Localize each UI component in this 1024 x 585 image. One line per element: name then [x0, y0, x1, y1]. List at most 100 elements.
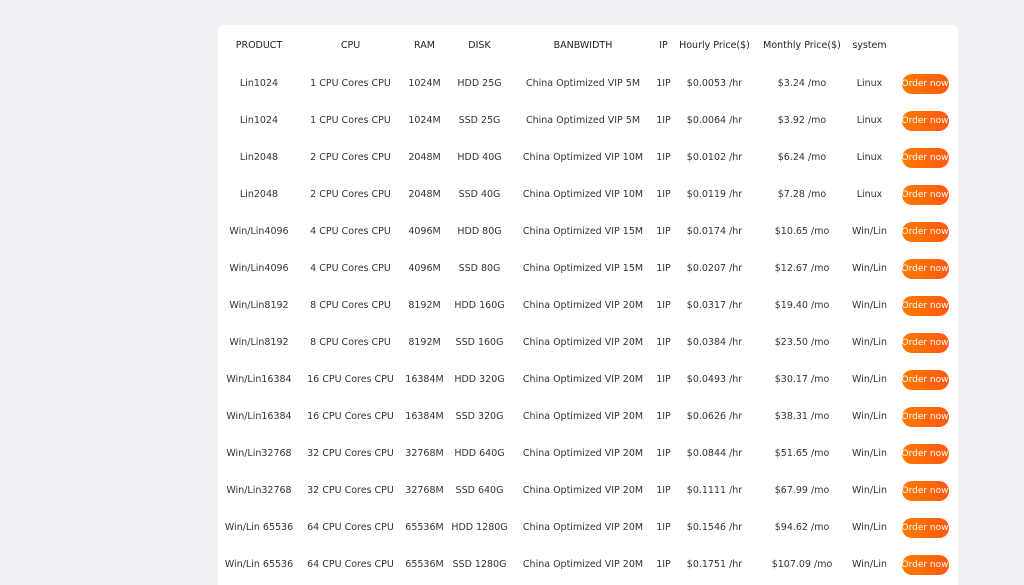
disk-cell: SSD 160G [455, 337, 504, 348]
table-row: Win/Lin8192 8 CPU Cores CPU 8192M HDD 160G C… [218, 287, 958, 324]
product-cell: Lin2048 [239, 189, 279, 200]
column-header-ram: RAM [414, 39, 435, 51]
monthly-price-cell: $94.62 /mo [774, 522, 830, 533]
action-cell: Order now [892, 398, 958, 435]
monthly-price-cell: $30.17 /mo [774, 374, 830, 385]
ram-cell: 1024M [408, 78, 441, 89]
action-cell: Order now [892, 250, 958, 287]
disk-cell: HDD 40G [457, 152, 502, 163]
disk-cell: HDD 320G [454, 374, 505, 385]
system-cell: Win/Lin [852, 374, 887, 385]
hourly-price-cell: $0.0102 /hr [686, 152, 743, 163]
column-header-hourly-price: Hourly Price($) [679, 39, 750, 51]
ram-cell: 65536M [405, 559, 444, 570]
bandwidth-cell: China Optimized VIP 20M [522, 337, 644, 348]
order-now-button[interactable]: Order now [901, 406, 949, 427]
order-now-button[interactable]: Order now [901, 332, 949, 353]
ip-cell: 1IP [656, 559, 671, 570]
cpu-cell: 8 CPU Cores CPU [310, 300, 391, 311]
ip-cell: 1IP [656, 152, 671, 163]
disk-cell: HDD 25G [457, 78, 502, 89]
ip-cell: 1IP [656, 522, 671, 533]
order-now-button[interactable]: Order now [901, 258, 949, 279]
ip-cell: 1IP [656, 448, 671, 459]
hourly-price-cell: $0.1751 /hr [686, 559, 743, 570]
hourly-price-cell: $0.0317 /hr [686, 300, 743, 311]
action-cell: Order now [892, 176, 958, 213]
action-cell: Order now [892, 435, 958, 472]
cpu-cell: 16 CPU Cores CPU [307, 374, 394, 385]
order-now-button[interactable]: Order now [901, 110, 949, 131]
cpu-cell: 8 CPU Cores CPU [310, 337, 391, 348]
table-row: Lin1024 1 CPU Cores CPU 1024M SSD 25G China … [218, 102, 958, 139]
monthly-price-cell: $67.99 /mo [774, 485, 830, 496]
action-cell: Order now [892, 102, 958, 139]
action-cell: Order now [892, 139, 958, 176]
system-cell: Win/Lin [852, 263, 887, 274]
system-cell: Linux [856, 115, 883, 126]
cpu-cell: 64 CPU Cores CPU [307, 522, 394, 533]
column-header-bandwidth: BANBWIDTH [553, 39, 613, 51]
ip-cell: 1IP [656, 337, 671, 348]
bandwidth-cell: China Optimized VIP 20M [522, 448, 644, 459]
system-cell: Linux [856, 78, 883, 89]
column-header-disk: DISK [468, 39, 491, 51]
action-cell: Order now [892, 546, 958, 583]
system-cell: Win/Lin [852, 300, 887, 311]
system-cell: Win/Lin [852, 411, 887, 422]
order-now-button[interactable]: Order now [901, 147, 949, 168]
ram-cell: 32768M [405, 448, 444, 459]
table-row: Win/Lin32768 32 CPU Cores CPU 32768M SSD 64… [218, 472, 958, 509]
column-header-action [892, 25, 958, 65]
table-row: Win/Lin4096 4 CPU Cores CPU 4096M HDD 80G Ch… [218, 213, 958, 250]
hourly-price-cell: $0.0844 /hr [686, 448, 743, 459]
table-row: Win/Lin 65536 64 CPU Cores CPU 65536M SSD 1… [218, 546, 958, 583]
ip-cell: 1IP [656, 374, 671, 385]
ip-cell: 1IP [656, 189, 671, 200]
hourly-price-cell: $0.0119 /hr [686, 189, 743, 200]
cpu-cell: 2 CPU Cores CPU [310, 189, 391, 200]
ram-cell: 2048M [408, 152, 441, 163]
product-cell: Win/Lin 65536 [224, 559, 294, 570]
cpu-cell: 32 CPU Cores CPU [307, 448, 394, 459]
order-now-button[interactable]: Order now [901, 369, 949, 390]
bandwidth-cell: China Optimized VIP 20M [522, 559, 644, 570]
hourly-price-cell: $0.0174 /hr [686, 226, 743, 237]
ip-cell: 1IP [656, 78, 671, 89]
order-now-button[interactable]: Order now [901, 480, 949, 501]
table-row: Lin2048 2 CPU Cores CPU 2048M SSD 40G China … [218, 176, 958, 213]
order-now-button[interactable]: Order now [901, 554, 949, 575]
order-now-button[interactable]: Order now [901, 221, 949, 242]
order-now-button[interactable]: Order now [901, 73, 949, 94]
table-row: Win/Lin32768 32 CPU Cores CPU 32768M HDD 64… [218, 435, 958, 472]
pricing-table: PRODUCT CPU RAM DISK BANBWIDTH IP Hourly… [218, 25, 958, 583]
action-cell: Order now [892, 287, 958, 324]
monthly-price-cell: $7.28 /mo [777, 189, 827, 200]
order-now-button[interactable]: Order now [901, 443, 949, 464]
disk-cell: SSD 80G [458, 263, 501, 274]
product-cell: Win/Lin32768 [226, 448, 292, 459]
disk-cell: SSD 640G [455, 485, 504, 496]
action-cell: Order now [892, 361, 958, 398]
hourly-price-cell: $0.0207 /hr [686, 263, 743, 274]
table-row: Win/Lin8192 8 CPU Cores CPU 8192M SSD 160G C… [218, 324, 958, 361]
system-cell: Win/Lin [852, 337, 887, 348]
order-now-button[interactable]: Order now [901, 517, 949, 538]
cpu-cell: 16 CPU Cores CPU [307, 411, 394, 422]
ram-cell: 4096M [408, 226, 441, 237]
product-cell: Lin1024 [239, 78, 279, 89]
cpu-cell: 2 CPU Cores CPU [310, 152, 391, 163]
hourly-price-cell: $0.0493 /hr [686, 374, 743, 385]
hourly-price-cell: $0.1111 /hr [686, 485, 743, 496]
order-now-button[interactable]: Order now [901, 295, 949, 316]
hourly-price-cell: $0.0626 /hr [686, 411, 743, 422]
order-now-button[interactable]: Order now [901, 184, 949, 205]
disk-cell: SSD 320G [455, 411, 504, 422]
column-header-cpu: CPU [340, 39, 361, 51]
ram-cell: 65536M [405, 522, 444, 533]
cpu-cell: 4 CPU Cores CPU [310, 226, 391, 237]
bandwidth-cell: China Optimized VIP 20M [522, 411, 644, 422]
action-cell: Order now [892, 509, 958, 546]
table-body: Lin1024 1 CPU Cores CPU 1024M HDD 25G China … [218, 65, 958, 583]
system-cell: Win/Lin [852, 522, 887, 533]
